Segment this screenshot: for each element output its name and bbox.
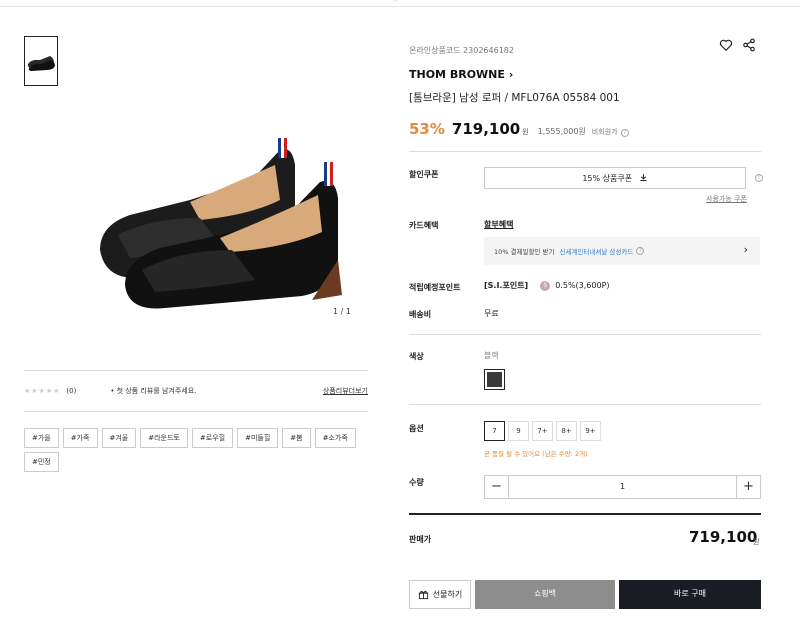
- points-value: 0.5%(3,600P): [555, 281, 610, 290]
- tag-item[interactable]: #겨울: [101, 428, 137, 448]
- divider: [409, 334, 761, 335]
- discount-rate: 53%: [409, 120, 445, 138]
- question-icon[interactable]: ?: [755, 174, 763, 182]
- option-label: 옵션: [409, 424, 424, 433]
- sale-price: 719,100: [451, 120, 521, 138]
- tag-item[interactable]: #봄: [282, 428, 311, 448]
- question-icon[interactable]: ?: [636, 247, 645, 255]
- caret-icon: ⌃: [392, 0, 399, 7]
- original-price: 1,555,000원: [537, 127, 586, 136]
- installment-link[interactable]: 할부혜택: [484, 219, 513, 230]
- buy-now-button[interactable]: 바로 구매: [619, 580, 761, 609]
- thumbnail-image[interactable]: [24, 36, 58, 86]
- color-swatch-black[interactable]: [484, 369, 505, 390]
- tag-item[interactable]: #민정: [24, 452, 59, 472]
- product-title: [톰브라운] 남성 로퍼 / MFL076A 05584 001: [409, 92, 620, 104]
- loafer-image-icon: [100, 138, 342, 309]
- shopping-bag-button[interactable]: 쇼핑백: [475, 580, 615, 609]
- total-price: 719,100: [689, 528, 758, 546]
- review-note: • 첫 상품 리뷰를 남겨주세요.: [110, 387, 197, 395]
- divider: [409, 404, 761, 405]
- size-option-9plus[interactable]: 9+: [580, 421, 601, 441]
- gift-icon: [418, 590, 428, 600]
- quantity-decrease-button[interactable]: −: [485, 476, 509, 498]
- points-brand: [S.I.포인트]: [484, 281, 529, 290]
- total-currency-unit: 원: [753, 538, 760, 546]
- divider: [409, 151, 761, 152]
- quantity-stepper: − 1 +: [484, 475, 761, 499]
- rating-stars: ★★★★★: [24, 387, 61, 395]
- gallery-counter: 1 / 1: [333, 307, 351, 316]
- review-bar: ★★★★★ (0) • 첫 상품 리뷰를 남겨주세요. 상품리뷰더보기: [24, 370, 368, 412]
- shipping-value: 무료: [484, 309, 499, 318]
- size-options: 7 9 7+ 8+ 9+: [484, 421, 604, 441]
- divider: [409, 513, 761, 515]
- card-benefit-label: 카드혜택: [409, 221, 439, 230]
- total-label: 판매가: [409, 535, 432, 544]
- card-name: 신세계인터내셔날 삼성카드: [559, 248, 634, 256]
- size-option-7plus[interactable]: 7+: [532, 421, 553, 441]
- quantity-increase-button[interactable]: +: [736, 476, 760, 498]
- price-row: 53% 719,100 원 1,555,000원 비회원가 ?: [409, 120, 629, 138]
- loafer-thumbnail-icon: [27, 56, 55, 71]
- coin-icon: S: [540, 280, 551, 291]
- product-code: 온라인상품코드 2302646182: [409, 46, 514, 55]
- gift-button-label: 선물하기: [432, 589, 463, 599]
- swatch-fill: [487, 372, 502, 387]
- gift-button[interactable]: 선물하기: [409, 580, 471, 609]
- stock-warning: 곧 품절 될 수 있어요 (남은 수량: 2개): [484, 450, 588, 458]
- coupon-label: 할인쿠폰: [409, 170, 439, 179]
- color-label: 색상: [409, 352, 424, 361]
- tag-item[interactable]: #가을: [24, 428, 59, 448]
- question-icon[interactable]: ?: [620, 129, 629, 137]
- chevron-right-icon: ›: [508, 68, 514, 81]
- coupon-button-label: 15% 상품쿠폰: [582, 174, 633, 183]
- quantity-value[interactable]: 1: [509, 476, 736, 498]
- tag-item[interactable]: #미들힐: [237, 428, 279, 448]
- share-icon[interactable]: [742, 38, 756, 52]
- review-count: (0): [66, 387, 77, 395]
- card-benefit-text: 10% 결제일할인 받기: [494, 248, 555, 256]
- product-main-image[interactable]: [70, 120, 370, 320]
- size-option-9[interactable]: 9: [508, 421, 529, 441]
- quantity-label: 수량: [409, 478, 424, 487]
- review-more-link[interactable]: 상품리뷰더보기: [323, 386, 368, 396]
- tag-item[interactable]: #로우힐: [191, 428, 234, 448]
- card-benefit-box[interactable]: 10% 결제일할인 받기 신세계인터내셔날 삼성카드 ? ›: [484, 237, 760, 265]
- top-bar: ⌃: [0, 0, 800, 7]
- tag-list: #가을 #가죽 #겨울 #라운드토 #로우힐 #미들힐 #봄 #소가죽 #민정: [24, 428, 368, 472]
- currency-unit: 원: [522, 128, 529, 136]
- color-name: 블랙: [484, 351, 499, 360]
- brand-name: THOM BROWNE: [409, 68, 505, 81]
- points-info: [S.I.포인트] S 0.5%(3,600P): [484, 280, 610, 291]
- download-icon: [640, 174, 647, 181]
- heart-icon[interactable]: [719, 38, 733, 52]
- available-coupon-link[interactable]: 사용가능 쿠폰: [706, 194, 747, 204]
- coupon-download-button[interactable]: 15% 상품쿠폰: [484, 167, 746, 189]
- tag-item[interactable]: #라운드토: [140, 428, 188, 448]
- chevron-right-icon: ›: [743, 243, 748, 256]
- size-option-8plus[interactable]: 8+: [556, 421, 577, 441]
- tag-item[interactable]: #가죽: [62, 428, 98, 448]
- shipping-label: 배송비: [409, 310, 432, 319]
- original-price-label: 비회원가: [591, 128, 618, 136]
- size-option-7[interactable]: 7: [484, 421, 505, 441]
- tag-item[interactable]: #소가죽: [314, 428, 356, 448]
- brand-link[interactable]: THOM BROWNE ›: [409, 68, 513, 81]
- points-label: 적립예정포인트: [409, 283, 461, 292]
